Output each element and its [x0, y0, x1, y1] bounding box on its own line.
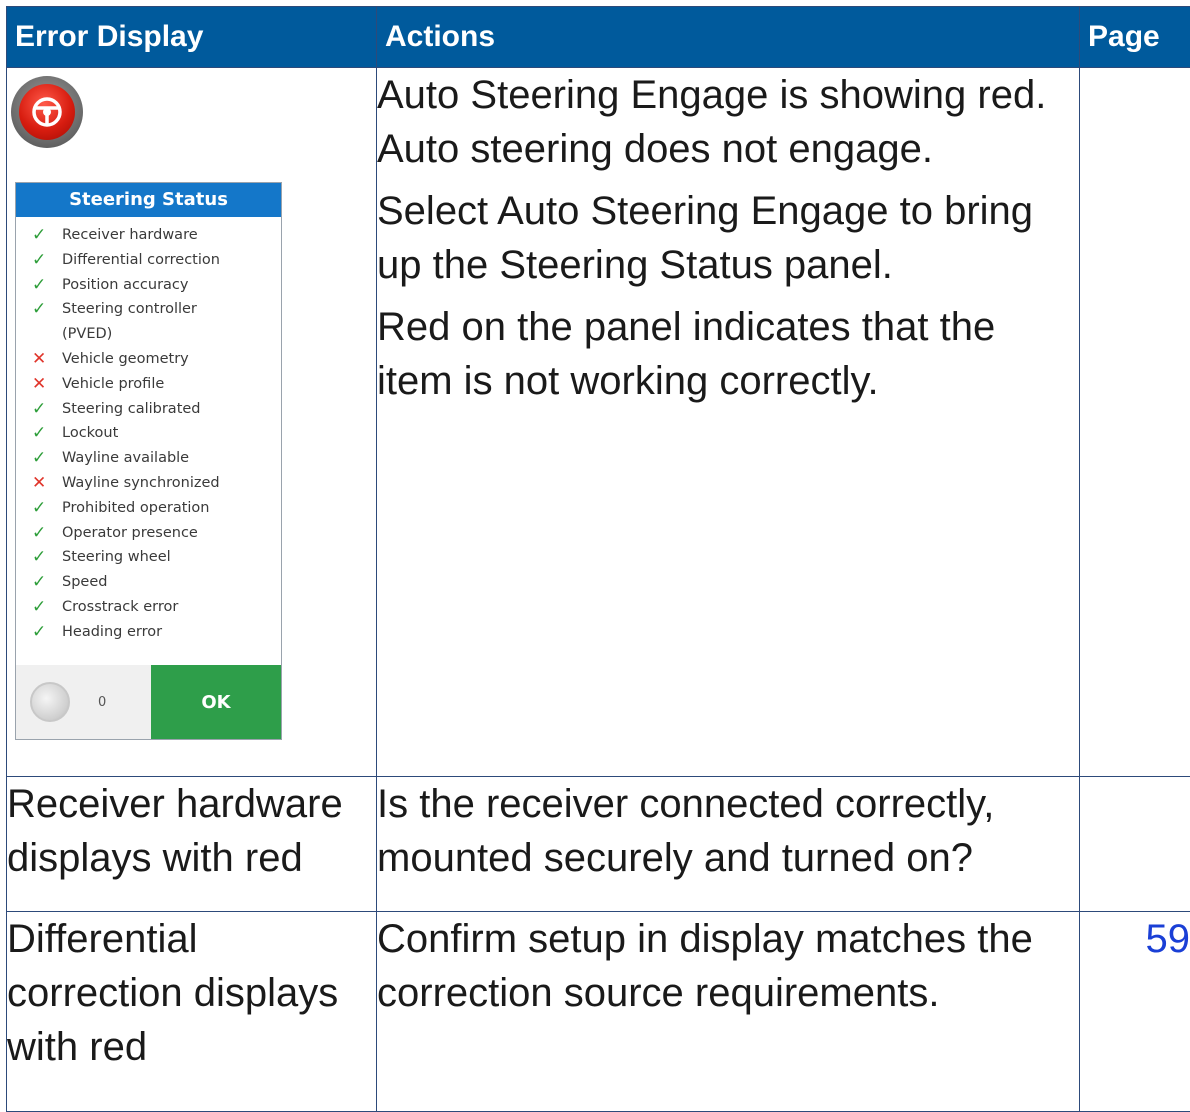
header-page: Page [1080, 7, 1190, 68]
steering-status-panel: Steering Status ✓Receiver hardware✓Diffe… [15, 182, 282, 740]
status-item-label: Speed [62, 572, 107, 592]
status-item-label: Vehicle geometry [62, 349, 189, 369]
table-row: Steering Status ✓Receiver hardware✓Diffe… [7, 68, 1190, 777]
check-icon: ✓ [32, 547, 62, 567]
status-item: (PVED) [32, 324, 281, 349]
check-icon: ✓ [32, 597, 62, 617]
actions-cell: Confirm setup in display matches the cor… [377, 912, 1080, 1112]
check-icon: ✓ [32, 250, 62, 270]
status-list: ✓Receiver hardware✓Differential correcti… [16, 217, 281, 647]
actions-cell: Is the receiver connected correctly, mou… [377, 777, 1080, 912]
check-icon: ✓ [32, 622, 62, 642]
status-item: ✕Vehicle geometry [32, 349, 281, 374]
check-icon: ✓ [32, 399, 62, 419]
status-item: ✓Heading error [32, 622, 281, 647]
status-item-label: Position accuracy [62, 275, 189, 295]
page-link[interactable]: 59 [1080, 912, 1190, 1112]
status-item: ✕Vehicle profile [32, 374, 281, 399]
check-icon: ✓ [32, 275, 62, 295]
cross-icon: ✕ [32, 349, 62, 369]
auto-steering-engage-button[interactable] [11, 76, 83, 148]
check-icon: ✓ [32, 423, 62, 443]
status-item: ✓Operator presence [32, 523, 281, 548]
status-item-label: (PVED) [62, 324, 112, 344]
header-actions: Actions [377, 7, 1080, 68]
status-item-label: Steering calibrated [62, 399, 201, 419]
gauge-icon [30, 682, 70, 722]
table-row: Receiver hardware displays with red Is t… [7, 777, 1190, 912]
error-display-cell: Receiver hardware displays with red [7, 777, 377, 912]
check-icon: ✓ [32, 498, 62, 518]
status-item: ✕Wayline synchronized [32, 473, 281, 498]
action-text: Select Auto Steering Engage to bring up … [377, 184, 1079, 292]
status-item: ✓Steering controller [32, 299, 281, 324]
check-icon: ✓ [32, 299, 62, 319]
status-item-label: Steering controller [62, 299, 197, 319]
ok-button[interactable]: OK [151, 665, 281, 739]
action-text: Confirm setup in display matches the cor… [377, 912, 1079, 1020]
action-text: Auto Steering Engage is showing red. Aut… [377, 68, 1079, 176]
status-item: ✓Steering calibrated [32, 399, 281, 424]
status-item-label: Receiver hardware [62, 225, 198, 245]
panel-footer: 0 OK [16, 665, 281, 739]
status-item-label: Prohibited operation [62, 498, 210, 518]
footer-count: 0 [98, 695, 106, 710]
status-item: ✓Receiver hardware [32, 225, 281, 250]
check-icon: ✓ [32, 572, 62, 592]
cross-icon: ✕ [32, 473, 62, 493]
error-display-cell: Steering Status ✓Receiver hardware✓Diffe… [7, 68, 377, 777]
panel-title: Steering Status [16, 183, 281, 217]
check-icon: ✓ [32, 225, 62, 245]
page-cell [1080, 777, 1190, 912]
action-text: Is the receiver connected correctly, mou… [377, 777, 1079, 885]
troubleshooting-table: Error Display Actions Page [6, 6, 1190, 1112]
status-item-label: Vehicle profile [62, 374, 164, 394]
steering-wheel-icon [19, 84, 75, 140]
status-item: ✓Speed [32, 572, 281, 597]
status-item-label: Wayline synchronized [62, 473, 220, 493]
status-item: ✓Prohibited operation [32, 498, 281, 523]
cross-icon: ✕ [32, 374, 62, 394]
footer-status: 0 [16, 665, 151, 739]
error-display-cell: Differential correction displays with re… [7, 912, 377, 1112]
table-row: Differential correction displays with re… [7, 912, 1190, 1112]
status-item: ✓Wayline available [32, 448, 281, 473]
check-icon: ✓ [32, 448, 62, 468]
status-item-label: Lockout [62, 423, 118, 443]
table-header-row: Error Display Actions Page [7, 7, 1190, 68]
status-item: ✓Crosstrack error [32, 597, 281, 622]
action-text: Red on the panel indicates that the item… [377, 300, 1079, 408]
status-item-label: Heading error [62, 622, 162, 642]
status-item-label: Operator presence [62, 523, 198, 543]
status-item-label: Crosstrack error [62, 597, 178, 617]
status-item: ✓Steering wheel [32, 547, 281, 572]
status-item-label: Steering wheel [62, 547, 171, 567]
status-item-label: Wayline available [62, 448, 189, 468]
actions-cell: Auto Steering Engage is showing red. Aut… [377, 68, 1080, 777]
status-item: ✓Differential correction [32, 250, 281, 275]
page-cell [1080, 68, 1190, 777]
status-item: ✓Lockout [32, 423, 281, 448]
status-item: ✓Position accuracy [32, 275, 281, 300]
check-icon: ✓ [32, 523, 62, 543]
header-error-display: Error Display [7, 7, 377, 68]
status-item-label: Differential correction [62, 250, 220, 270]
